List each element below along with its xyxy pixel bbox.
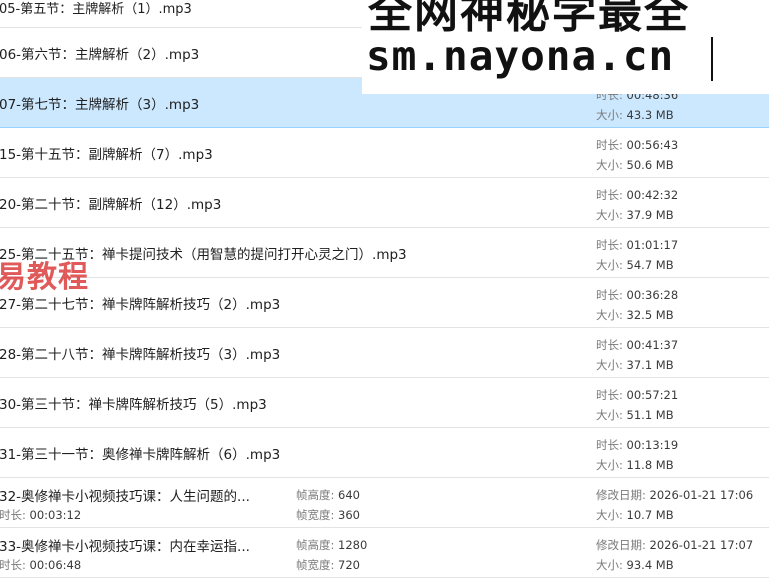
text-cursor (711, 37, 713, 81)
size-label: 大小: (596, 108, 627, 122)
duration-field: 时长: 00:06:48 (0, 557, 81, 573)
file-name: 32-奥修禅卡小视频技巧课：人生问题的... (0, 489, 250, 505)
modified-label: 修改日期: (596, 488, 650, 502)
size-label: 大小: (596, 208, 627, 222)
file-name: 06-第六节：主牌解析（2）.mp3 (0, 47, 200, 63)
size-label: 大小: (596, 558, 627, 572)
duration-field: 时长: 00:36:28 (596, 287, 678, 303)
file-name: 05-第五节：主牌解析（1）.mp3 (0, 2, 192, 17)
modified-label: 修改日期: (596, 538, 650, 552)
duration-value: 00:06:48 (29, 558, 82, 572)
duration-label: 时长: (596, 288, 627, 302)
size-field: 大小: 37.1 MB (596, 357, 674, 373)
duration-value: 00:42:32 (626, 188, 679, 202)
frame-width-value: 360 (338, 508, 360, 522)
size-label: 大小: (596, 308, 627, 322)
frame-height-value: 1280 (338, 538, 368, 552)
duration-value: 00:36:28 (626, 288, 679, 302)
duration-field: 时长: 00:13:19 (596, 437, 678, 453)
frame-width-field: 帧宽度: 360 (296, 507, 360, 523)
list-item[interactable]: 31-第三十一节：奥修禅卡牌阵解析（6）.mp3 时长: 00:13:19 大小… (0, 428, 769, 478)
frame-width-field: 帧宽度: 720 (296, 557, 360, 573)
file-name: 27-第二十七节：禅卡牌阵解析技巧（2）.mp3 (0, 297, 281, 313)
frame-height-field: 帧高度: 640 (296, 487, 360, 503)
duration-label: 时长: (596, 188, 627, 202)
frame-height-field: 帧高度: 1280 (296, 537, 367, 553)
size-value: 37.9 MB (626, 208, 674, 222)
duration-label: 时长: (596, 138, 627, 152)
frame-height-label: 帧高度: (296, 538, 339, 552)
duration-label: 时长: (0, 558, 30, 572)
duration-field: 时长: 00:42:32 (596, 187, 678, 203)
size-value: 10.7 MB (626, 508, 674, 522)
duration-value: 00:57:21 (626, 388, 679, 402)
size-value: 54.7 MB (626, 258, 674, 272)
size-value: 32.5 MB (626, 308, 674, 322)
duration-value: 00:41:37 (626, 338, 679, 352)
frame-height-value: 640 (338, 488, 360, 502)
file-name: 28-第二十八节：禅卡牌阵解析技巧（3）.mp3 (0, 347, 281, 363)
file-name: 20-第二十节：副牌解析（12）.mp3 (0, 197, 222, 213)
size-value: 50.6 MB (626, 158, 674, 172)
duration-label: 时长: (596, 438, 627, 452)
frame-width-label: 帧宽度: (296, 558, 339, 572)
duration-field: 时长: 01:01:17 (596, 237, 678, 253)
duration-field: 时长: 00:03:12 (0, 507, 81, 523)
size-field: 大小: 32.5 MB (596, 307, 674, 323)
list-item[interactable]: 25-第二十五节：禅卡提问技术（用智慧的提问打开心灵之门）.mp3 时长: 01… (0, 228, 769, 278)
size-label: 大小: (596, 258, 627, 272)
modified-value: 2026-01-21 17:06 (649, 488, 754, 502)
modified-field: 修改日期: 2026-01-21 17:07 (596, 537, 753, 553)
size-field: 大小: 51.1 MB (596, 407, 674, 423)
list-item[interactable]: 27-第二十七节：禅卡牌阵解析技巧（2）.mp3 时长: 00:36:28 大小… (0, 278, 769, 328)
file-explorer-content: 05-第五节：主牌解析（1）.mp3 06-第六节：主牌解析（2）.mp3 07… (0, 0, 769, 580)
size-value: 51.1 MB (626, 408, 674, 422)
duration-field: 时长: 00:57:21 (596, 387, 678, 403)
list-item-video[interactable]: 33-奥修禅卡小视频技巧课：内在幸运指... 时长: 00:06:48 帧高度:… (0, 528, 769, 578)
size-label: 大小: (596, 158, 627, 172)
duration-field: 时长: 00:56:43 (596, 137, 678, 153)
size-field: 大小: 10.7 MB (596, 507, 674, 523)
watermark-red-text: 易教程 (0, 260, 89, 295)
frame-width-label: 帧宽度: (296, 508, 339, 522)
size-value: 11.8 MB (626, 458, 674, 472)
list-item[interactable]: 30-第三十节：禅卡牌阵解析技巧（5）.mp3 时长: 00:57:21 大小:… (0, 378, 769, 428)
file-name: 31-第三十一节：奥修禅卡牌阵解析（6）.mp3 (0, 447, 281, 463)
size-field: 大小: 93.4 MB (596, 557, 674, 573)
list-item[interactable]: 15-第十五节：副牌解析（7）.mp3 时长: 00:56:43 大小: 50.… (0, 128, 769, 178)
file-name: 07-第七节：主牌解析（3）.mp3 (0, 97, 200, 113)
size-label: 大小: (596, 508, 627, 522)
file-name: 33-奥修禅卡小视频技巧课：内在幸运指... (0, 539, 250, 555)
size-value: 93.4 MB (626, 558, 674, 572)
duration-field: 时长: 00:41:37 (596, 337, 678, 353)
size-value: 43.3 MB (626, 108, 674, 122)
duration-label: 时长: (0, 508, 30, 522)
duration-value: 01:01:17 (626, 238, 679, 252)
watermark-url: sm.nayona.cn (366, 32, 675, 80)
list-item[interactable]: 28-第二十八节：禅卡牌阵解析技巧（3）.mp3 时长: 00:41:37 大小… (0, 328, 769, 378)
size-value: 37.1 MB (626, 358, 674, 372)
size-label: 大小: (596, 408, 627, 422)
duration-value: 00:56:43 (626, 138, 679, 152)
size-label: 大小: (596, 458, 627, 472)
frame-height-label: 帧高度: (296, 488, 339, 502)
file-name: 15-第十五节：副牌解析（7）.mp3 (0, 147, 213, 163)
duration-label: 时长: (596, 388, 627, 402)
modified-field: 修改日期: 2026-01-21 17:06 (596, 487, 753, 503)
list-item-video[interactable]: 32-奥修禅卡小视频技巧课：人生问题的... 时长: 00:03:12 帧高度:… (0, 478, 769, 528)
duration-label: 时长: (596, 238, 627, 252)
duration-value: 00:13:19 (626, 438, 679, 452)
size-label: 大小: (596, 358, 627, 372)
modified-value: 2026-01-21 17:07 (649, 538, 754, 552)
duration-label: 时长: (596, 338, 627, 352)
frame-width-value: 720 (338, 558, 360, 572)
size-field: 大小: 37.9 MB (596, 207, 674, 223)
size-field: 大小: 54.7 MB (596, 257, 674, 273)
file-name: 30-第三十节：禅卡牌阵解析技巧（5）.mp3 (0, 397, 267, 413)
list-item[interactable]: 20-第二十节：副牌解析（12）.mp3 时长: 00:42:32 大小: 37… (0, 178, 769, 228)
duration-value: 00:03:12 (29, 508, 82, 522)
size-field: 大小: 50.6 MB (596, 157, 674, 173)
size-field: 大小: 11.8 MB (596, 457, 674, 473)
size-field: 大小: 43.3 MB (596, 107, 674, 123)
